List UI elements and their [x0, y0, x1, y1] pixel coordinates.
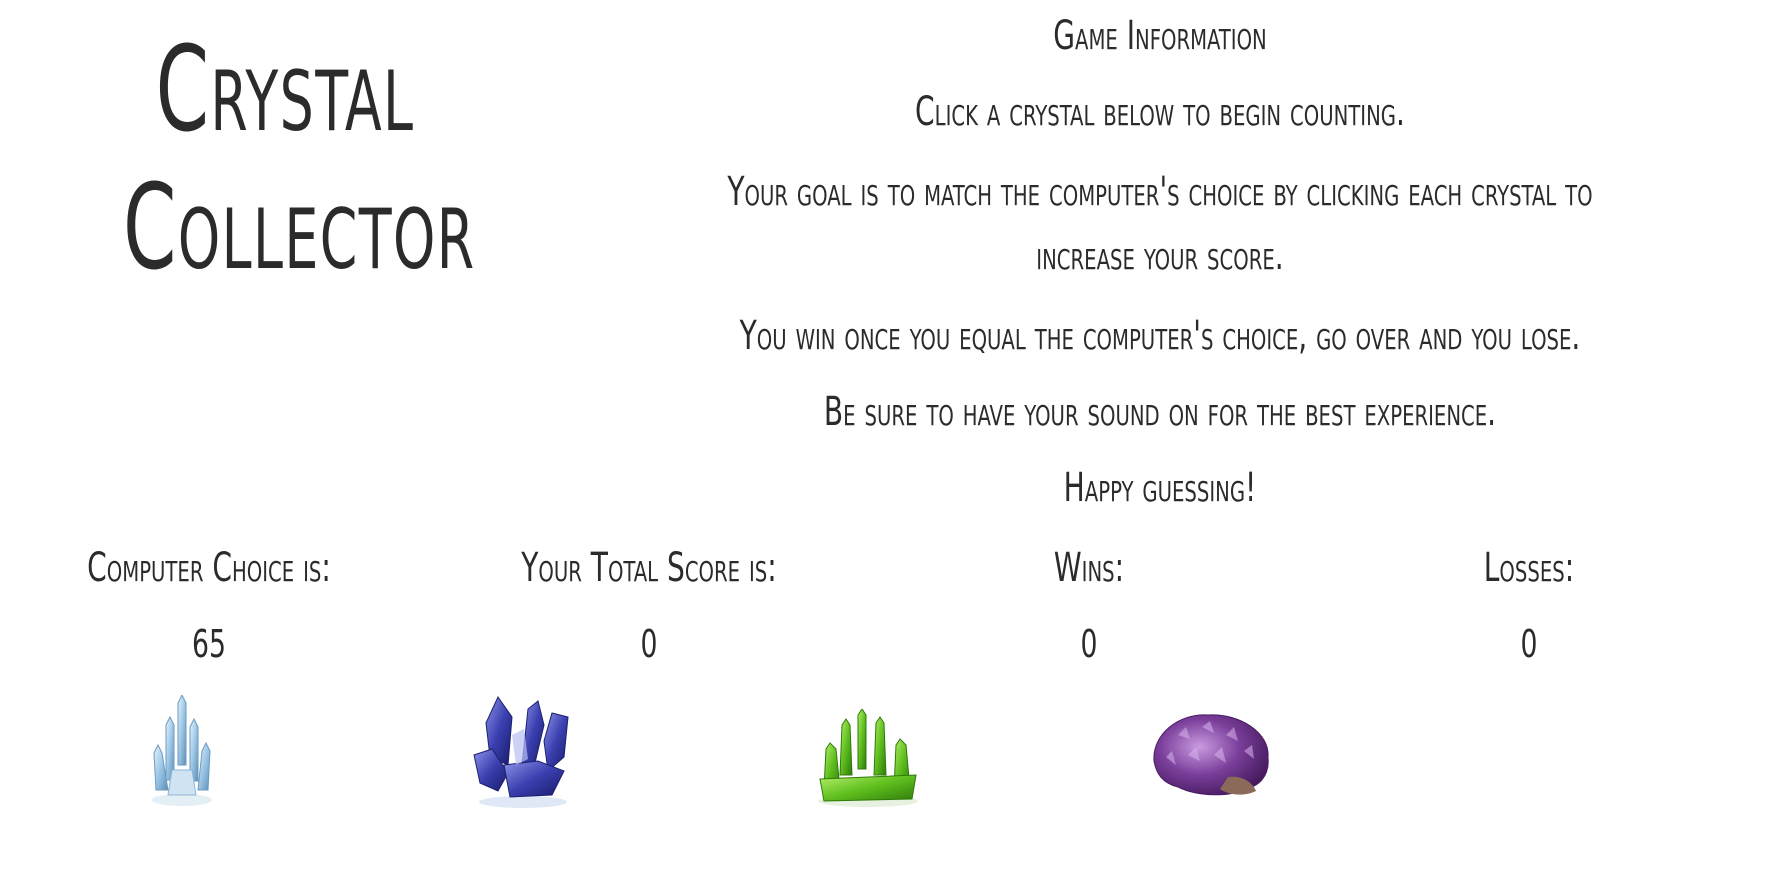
game-information-panel: Game Information Click a crystal below t… — [600, 8, 1720, 516]
clear-quartz-crystal-button[interactable] — [142, 695, 222, 810]
losses-stat: Losses: 0 — [1319, 540, 1739, 668]
green-peridot-crystal-icon — [818, 709, 918, 807]
losses-value: 0 — [1520, 622, 1538, 666]
stats-row: Computer Choice is: 65 Your Total Score … — [0, 540, 1774, 680]
title-line-1: Crystal — [155, 20, 415, 158]
computer-choice-label: Computer Choice is: — [87, 545, 331, 591]
green-peridot-crystal-button[interactable] — [812, 695, 924, 809]
total-score-value: 0 — [640, 622, 658, 666]
computer-choice-stat: Computer Choice is: 65 — [0, 540, 419, 668]
game-page: Crystal Collector Game Information Click… — [0, 0, 1774, 886]
rule-text: You win once you equal the computer's ch… — [739, 313, 1581, 359]
clear-quartz-crystal-icon — [152, 695, 212, 806]
closing-text: Happy guessing! — [1063, 465, 1257, 511]
wins-label: Wins: — [1053, 545, 1125, 591]
total-score-stat: Your Total Score is: 0 — [439, 540, 859, 668]
page-title: Crystal Collector — [123, 20, 476, 296]
purple-amethyst-crystal-icon — [1153, 714, 1269, 796]
goal-text: Your goal is to match the computer's cho… — [727, 169, 1593, 279]
purple-amethyst-crystal-button[interactable] — [1148, 695, 1274, 805]
game-information-heading: Game Information — [1053, 13, 1267, 59]
total-score-label: Your Total Score is: — [521, 545, 777, 591]
sound-text: Be sure to have your sound on for the be… — [823, 389, 1497, 435]
blue-sapphire-crystal-icon — [473, 696, 569, 808]
blue-sapphire-crystal-button[interactable] — [468, 695, 578, 810]
losses-label: Losses: — [1483, 545, 1575, 591]
wins-stat: Wins: 0 — [879, 540, 1299, 668]
wins-value: 0 — [1080, 622, 1098, 666]
computer-choice-value: 65 — [192, 622, 226, 666]
title-line-2: Collector — [123, 158, 476, 296]
instruction-text: Click a crystal below to begin counting. — [915, 89, 1405, 135]
